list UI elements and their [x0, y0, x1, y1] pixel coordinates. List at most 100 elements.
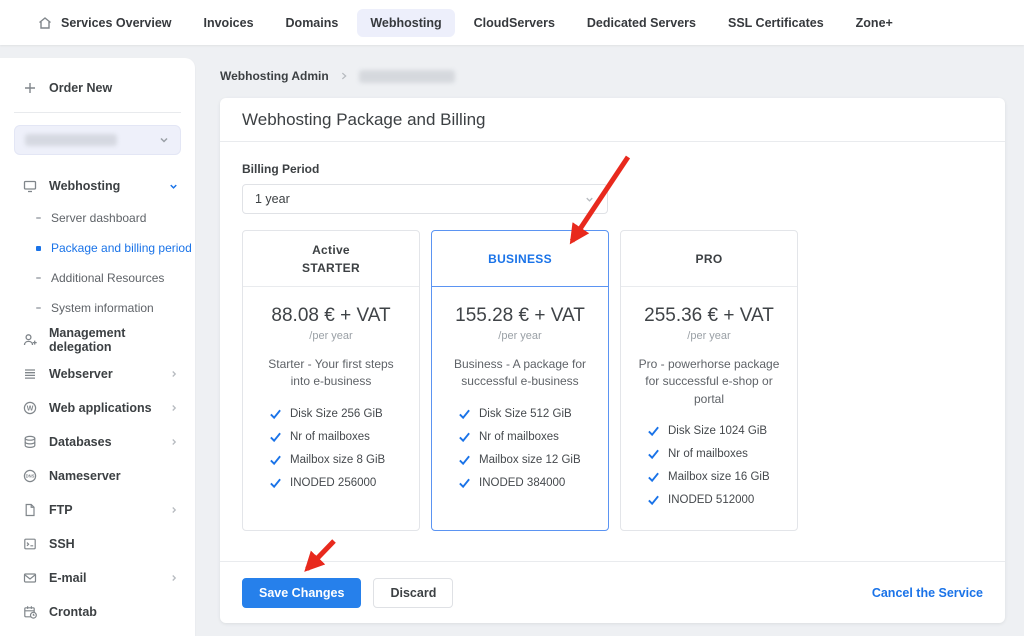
- sidebar-item-nameserver[interactable]: DNS Nameserver: [0, 459, 195, 493]
- nav-label: Invoices: [204, 16, 254, 30]
- sidebar-subitem-server-dashboard[interactable]: Server dashboard: [0, 203, 195, 233]
- nav-webhosting[interactable]: Webhosting: [357, 9, 454, 37]
- ssh-terminal-icon: [22, 536, 38, 552]
- check-icon: [647, 493, 660, 506]
- sidebar-item-label: Management delegation: [49, 326, 179, 354]
- sidebar-item-label: Crontab: [49, 605, 97, 619]
- sidebar-subitem-additional-resources[interactable]: Additional Resources: [0, 263, 195, 293]
- account-select[interactable]: [14, 125, 181, 155]
- redacted-account-name: [25, 134, 117, 146]
- feature-item: Disk Size 1024 GiB: [647, 424, 787, 437]
- check-icon: [647, 447, 660, 460]
- sidebar-subitem-system-information[interactable]: System information: [0, 293, 195, 323]
- nav-cloudservers[interactable]: CloudServers: [461, 9, 568, 37]
- nav-ssl-certificates[interactable]: SSL Certificates: [715, 9, 837, 37]
- package-features: Disk Size 512 GiB Nr of mailboxes Mailbo…: [442, 407, 598, 489]
- package-cards: Active STARTER 88.08 € + VAT /per year S…: [242, 230, 983, 531]
- sidebar: Order New Webhosting Server dashboard Pa…: [0, 58, 195, 636]
- feature-item: Mailbox size 16 GiB: [647, 470, 787, 483]
- check-icon: [458, 407, 471, 420]
- sidebar-item-webserver[interactable]: Webserver: [0, 357, 195, 391]
- sidebar-item-email[interactable]: E-mail: [0, 561, 195, 595]
- nav-label: Domains: [286, 16, 339, 30]
- sidebar-item-label: Databases: [49, 435, 112, 449]
- sidebar-subitem-label: System information: [51, 301, 154, 315]
- feature-item: INODED 384000: [458, 476, 598, 489]
- top-navigation: Services Overview Invoices Domains Webho…: [0, 0, 1024, 45]
- feature-label: Mailbox size 12 GiB: [479, 454, 581, 466]
- package-card-pro[interactable]: PRO 255.36 € + VAT /per year Pro - power…: [620, 230, 798, 531]
- svg-text:W: W: [27, 405, 34, 412]
- breadcrumb-root[interactable]: Webhosting Admin: [220, 69, 329, 83]
- check-icon: [458, 476, 471, 489]
- feature-item: Mailbox size 8 GiB: [269, 453, 409, 466]
- chevron-right-icon: [339, 71, 349, 81]
- calendar-clock-icon: [22, 604, 38, 620]
- chevron-down-icon: [168, 181, 179, 192]
- nav-invoices[interactable]: Invoices: [191, 9, 267, 37]
- check-icon: [269, 476, 282, 489]
- sidebar-item-label: Nameserver: [49, 469, 121, 483]
- monitor-icon: [22, 178, 38, 194]
- sidebar-item-label: Webhosting: [49, 179, 120, 193]
- main-panel: Webhosting Package and Billing Billing P…: [220, 98, 1005, 623]
- nav-domains[interactable]: Domains: [273, 9, 352, 37]
- sidebar-subitem-label: Server dashboard: [51, 211, 146, 225]
- feature-label: Nr of mailboxes: [290, 431, 370, 443]
- billing-period-select[interactable]: 1 year: [242, 184, 608, 214]
- billing-period-label: Billing Period: [242, 162, 983, 176]
- sidebar-subitem-package-and-billing-period[interactable]: Package and billing period: [0, 233, 195, 263]
- server-stack-icon: [22, 366, 38, 382]
- save-changes-button[interactable]: Save Changes: [242, 578, 361, 608]
- nav-dedicated-servers[interactable]: Dedicated Servers: [574, 9, 709, 37]
- package-description: Business - A package for successful e-bu…: [448, 356, 592, 391]
- sidebar-item-ftp[interactable]: FTP: [0, 493, 195, 527]
- bullet-icon: [36, 246, 41, 251]
- sidebar-item-ssh[interactable]: SSH: [0, 527, 195, 561]
- chevron-right-icon: [169, 505, 179, 515]
- chevron-down-icon: [584, 194, 595, 205]
- feature-label: Disk Size 256 GiB: [290, 408, 383, 420]
- feature-item: Nr of mailboxes: [458, 430, 598, 443]
- svg-text:DNS: DNS: [26, 474, 35, 479]
- package-period: /per year: [253, 330, 409, 342]
- check-icon: [269, 430, 282, 443]
- sidebar-item-webhosting[interactable]: Webhosting: [0, 169, 195, 203]
- bullet-icon: [36, 217, 41, 219]
- wordpress-icon: W: [22, 400, 38, 416]
- feature-item: INODED 256000: [269, 476, 409, 489]
- package-features: Disk Size 1024 GiB Nr of mailboxes Mailb…: [631, 424, 787, 506]
- chevron-right-icon: [169, 403, 179, 413]
- nav-label: CloudServers: [474, 16, 555, 30]
- sidebar-item-web-applications[interactable]: W Web applications: [0, 391, 195, 425]
- sidebar-item-databases[interactable]: Databases: [0, 425, 195, 459]
- nav-label: Zone+: [856, 16, 893, 30]
- discard-button[interactable]: Discard: [373, 578, 453, 608]
- package-title-line: PRO: [696, 250, 723, 268]
- nav-services-overview[interactable]: Services Overview: [24, 8, 185, 38]
- package-description: Starter - Your first steps into e-busine…: [259, 356, 403, 391]
- breadcrumb: Webhosting Admin: [220, 69, 455, 83]
- nav-label: Webhosting: [370, 16, 441, 30]
- order-new-button[interactable]: Order New: [0, 74, 195, 102]
- feature-item: Disk Size 256 GiB: [269, 407, 409, 420]
- package-card-starter[interactable]: Active STARTER 88.08 € + VAT /per year S…: [242, 230, 420, 531]
- dns-icon: DNS: [22, 468, 38, 484]
- package-price: 255.36 € + VAT: [631, 305, 787, 327]
- sidebar-item-label: SSH: [49, 537, 75, 551]
- sidebar-item-management-delegation[interactable]: Management delegation: [0, 323, 195, 357]
- sidebar-item-label: FTP: [49, 503, 73, 517]
- package-title-line: BUSINESS: [488, 250, 552, 268]
- file-icon: [22, 502, 38, 518]
- envelope-icon: [22, 570, 38, 586]
- bullet-icon: [36, 277, 41, 279]
- package-price: 88.08 € + VAT: [253, 305, 409, 327]
- package-features: Disk Size 256 GiB Nr of mailboxes Mailbo…: [253, 407, 409, 489]
- nav-zone-plus[interactable]: Zone+: [843, 9, 906, 37]
- package-card-business[interactable]: BUSINESS 155.28 € + VAT /per year Busine…: [431, 230, 609, 531]
- sidebar-subitem-label: Package and billing period: [51, 241, 192, 255]
- package-description: Pro - powerhorse package for successful …: [637, 356, 781, 408]
- sidebar-item-crontab[interactable]: Crontab: [0, 595, 195, 629]
- feature-item: Nr of mailboxes: [647, 447, 787, 460]
- cancel-service-link[interactable]: Cancel the Service: [872, 586, 983, 600]
